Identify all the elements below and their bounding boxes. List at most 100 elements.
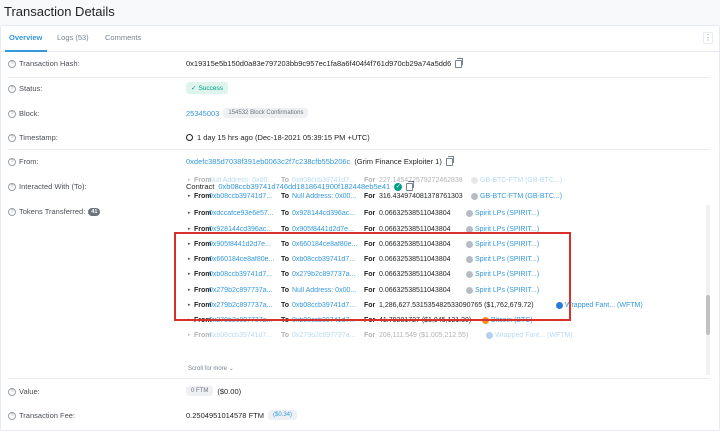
tab-logs[interactable]: Logs (53) <box>57 33 89 42</box>
transfer-to-address[interactable]: 0x279b2c897737a... <box>292 332 359 339</box>
token-name: GB-BTC-FTM (GB-BTC...) <box>480 176 563 184</box>
more-options-button[interactable]: ⋮ <box>703 32 713 44</box>
transfer-for-label: For <box>364 192 376 200</box>
transfer-for-label: For <box>364 209 376 217</box>
transfer-amount: 0.06632538511043804 <box>379 209 451 217</box>
tab-comments[interactable]: Comments <box>105 33 141 42</box>
token-logo-icon <box>466 209 473 217</box>
copy-icon[interactable] <box>445 155 454 166</box>
from-label-row: ? From: <box>8 157 39 166</box>
help-icon[interactable]: ? <box>8 133 16 142</box>
hash-label: Transaction Hash: <box>19 59 80 68</box>
caret-right-icon: ▸ <box>188 177 191 183</box>
from-name-tag: (Grim Finance Exploiter 1) <box>354 157 442 166</box>
token-transfer-row: ▸ From 0xdccafce93e6e57... To 0x928144cd396a… <box>186 207 701 219</box>
transfer-to-label: To <box>281 209 290 217</box>
transfer-for-label: For <box>364 331 376 339</box>
help-icon[interactable]: ? <box>8 84 16 93</box>
transfer-to-label: To <box>281 192 290 200</box>
block-label: Block: <box>19 109 40 118</box>
status-value-row: ✓ Success <box>186 82 229 94</box>
transfer-to-address[interactable]: 0x928144cd396ac... <box>292 210 359 217</box>
chevron-down-icon: ⌄ <box>228 366 234 372</box>
from-label: From: <box>19 157 39 166</box>
highlight-annotation-box <box>174 232 571 321</box>
tokens-label-row: ? Tokens Transferred: 41 <box>8 207 101 216</box>
block-number-link[interactable]: 25345003 <box>186 109 219 118</box>
token-logo-icon <box>471 176 478 184</box>
transfer-to-label: To <box>281 176 290 184</box>
token-transfer-row: ▸ From 0xb08ccb39741d7... To Null Address: 0… <box>186 190 701 202</box>
token-logo-icon <box>471 192 478 200</box>
token-transfer-row: ▸ From 0xb08ccb39741d7... To 0x279b2c897737a… <box>186 329 701 341</box>
success-check-icon: ✓ <box>191 85 197 92</box>
token-transfer-row: ▸ From Null Address: 0x000... To 0xb08ccb397… <box>186 176 701 186</box>
transfers-scrollbar[interactable] <box>706 205 710 375</box>
transfer-from-address[interactable]: 0xb08ccb39741d7... <box>209 332 277 339</box>
transfer-from-address[interactable]: Null Address: 0x000... <box>209 177 277 184</box>
hash-label-row: ? Transaction Hash: <box>8 59 80 68</box>
transfer-to-label: To <box>281 331 290 339</box>
divider <box>8 149 710 150</box>
help-icon[interactable]: ? <box>8 387 16 396</box>
interacted-label-row: ? Interacted With (To): <box>8 182 87 191</box>
tab-overview[interactable]: Overview <box>9 33 42 42</box>
token-name: Spirit LPs (SPIRIT...) <box>475 209 540 217</box>
fee-value: 0.2504951014578 FTM <box>186 410 264 420</box>
block-value-row: 25345003 154532 Block Confirmations <box>186 108 309 118</box>
scroll-for-more-hint[interactable]: Scroll for more ⌄ <box>188 365 234 372</box>
caret-right-icon: ▸ <box>188 332 191 338</box>
token-name: Wrapped Fant... (WFTM) <box>565 301 643 309</box>
status-label: Status: <box>19 84 43 93</box>
status-label-row: ? Status: <box>8 84 42 93</box>
transfer-count-badge: 41 <box>88 207 101 216</box>
token-name: Wrapped Fant... (WFTM) <box>495 331 573 339</box>
transfer-to-address[interactable]: Null Address: 0x00... <box>292 193 359 200</box>
value-usd: ($0.00) <box>217 386 242 396</box>
transfer-amount: 316.434974081378761303 <box>379 192 463 200</box>
from-address-link[interactable]: 0xdefc385d7038f391eb0063c2f7c238cfb55b20… <box>186 157 350 166</box>
timestamp-label: Timestamp: <box>19 133 58 142</box>
tab-bar: Overview Logs (53) Comments ⋮ <box>1 26 719 52</box>
help-icon[interactable]: ? <box>8 157 16 166</box>
caret-right-icon: ▸ <box>188 193 191 199</box>
tokens-label: Tokens Transferred: <box>19 207 86 216</box>
transfer-amount: 208,111.549 ($1,005,212.55) <box>379 331 469 339</box>
transfer-token-link[interactable]: Wrapped Fant... (WFTM) <box>486 331 573 339</box>
value-badge: 0 FTM <box>186 386 214 396</box>
help-icon[interactable]: ? <box>8 109 16 118</box>
divider <box>8 77 710 78</box>
from-value-row: 0xdefc385d7038f391eb0063c2f7c238cfb55b20… <box>186 155 454 166</box>
transfer-to-address[interactable]: 0xb08ccb39741d7... <box>292 177 359 184</box>
transfer-token-link[interactable]: GB-BTC-FTM (GB-BTC...) <box>471 176 563 184</box>
token-name: GB-BTC-FTM (GB-BTC...) <box>480 192 563 200</box>
transfer-from-address[interactable]: 0xdccafce93e6e57... <box>209 210 277 217</box>
transfer-token-link[interactable]: Spirit LPs (SPIRIT...) <box>466 209 540 217</box>
scroll-for-more-text: Scroll for more <box>188 366 228 372</box>
fee-value-row: 0.2504951014578 FTM ($0.34) <box>186 410 297 420</box>
confirmations-badge: 154532 Block Confirmations <box>223 108 309 118</box>
value-label: Value: <box>19 387 40 396</box>
transfer-from-address[interactable]: 0xb08ccb39741d7... <box>209 193 277 200</box>
interacted-label: Interacted With (To): <box>19 182 87 191</box>
help-icon[interactable]: ? <box>8 59 16 68</box>
help-icon[interactable]: ? <box>8 207 16 216</box>
value-label-row: ? Value: <box>8 387 40 396</box>
timestamp-value: 1 day 15 hrs ago (Dec-18-2021 05:39:15 P… <box>197 133 370 142</box>
hash-value-row: 0x19315e5b150d0a83e797203bb9c957ec1fa8a6… <box>186 57 464 68</box>
timestamp-label-row: ? Timestamp: <box>8 133 58 142</box>
transaction-hash: 0x19315e5b150d0a83e797203bb9c957ec1fa8a6… <box>186 59 452 68</box>
caret-right-icon: ▸ <box>188 210 191 216</box>
active-tab-indicator <box>5 50 47 52</box>
help-icon[interactable]: ? <box>8 182 16 191</box>
transfer-for-label: For <box>364 176 376 184</box>
token-logo-icon <box>486 331 493 339</box>
scrollbar-thumb[interactable] <box>706 295 710 335</box>
value-value-row: 0 FTM ($0.00) <box>186 386 241 396</box>
divider <box>8 378 710 379</box>
help-icon[interactable]: ? <box>8 411 16 420</box>
copy-icon[interactable] <box>455 57 464 68</box>
page-title: Transaction Details <box>4 4 115 19</box>
transfer-token-link[interactable]: GB-BTC-FTM (GB-BTC...) <box>471 192 563 200</box>
fee-usd-badge: ($0.34) <box>267 410 297 420</box>
